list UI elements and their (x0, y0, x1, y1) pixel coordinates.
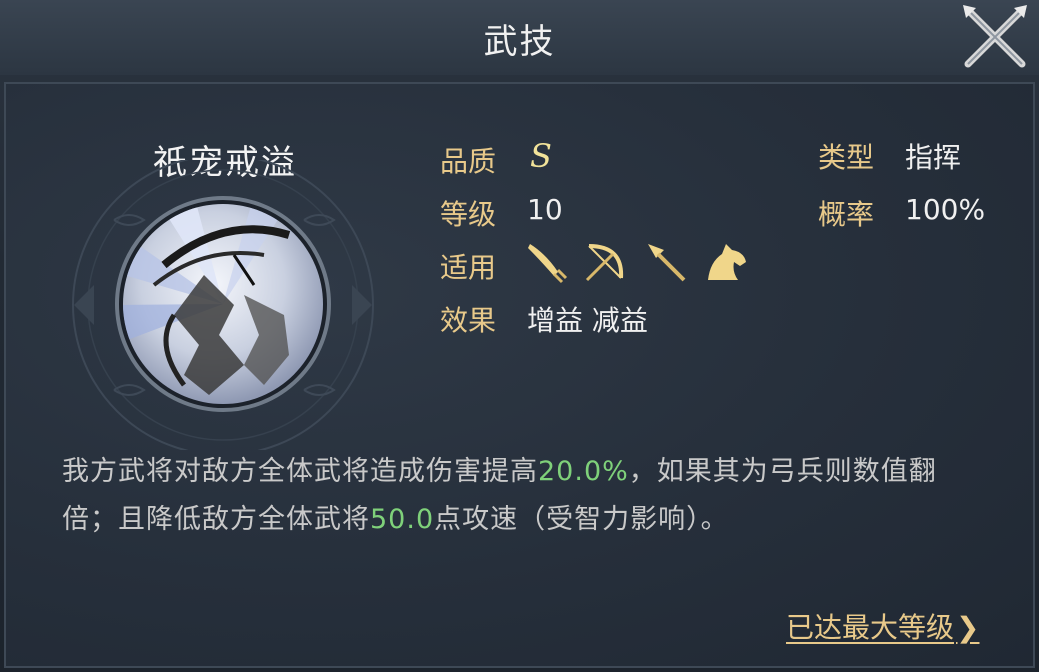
page-title: 武技 (483, 22, 556, 62)
level-value: 10 (527, 193, 563, 226)
spear-icon[interactable] (644, 240, 688, 284)
type-label: 类型 (818, 141, 875, 174)
bow-icon[interactable] (583, 240, 627, 284)
skill-description: 我方武将对敌方全体武将造成伤害提高20.0%，如果其为弓兵则数值翻倍；且降低敌方… (62, 448, 982, 544)
applies-label: 适用 (440, 251, 497, 284)
chance-value: 100% (905, 193, 986, 226)
quality-value: S (530, 137, 552, 175)
description-highlight-2: 50.0 (370, 504, 435, 535)
skill-portrait-icon (115, 196, 331, 412)
quality-label: 品质 (440, 145, 497, 178)
description-text-3: 点攻速（受智力影响）。 (434, 504, 729, 535)
effect-label: 效果 (440, 304, 497, 337)
max-level-label: 已达最大等级 (786, 611, 955, 644)
description-text-1: 我方武将对敌方全体武将造成伤害提高 (62, 456, 538, 487)
horse-icon[interactable] (704, 240, 748, 284)
description-highlight-1: 20.0% (538, 456, 629, 487)
close-icon (963, 5, 1027, 68)
max-level-link[interactable]: 已达最大等级❯ (786, 606, 979, 646)
level-label: 等级 (440, 198, 497, 231)
chevron-right-icon: ❯ (956, 611, 980, 644)
sword-icon[interactable] (524, 240, 568, 284)
type-value: 指挥 (905, 141, 962, 174)
close-button[interactable] (958, 2, 1032, 72)
effect-value: 增益 减益 (527, 304, 648, 337)
chance-label: 概率 (818, 198, 875, 231)
